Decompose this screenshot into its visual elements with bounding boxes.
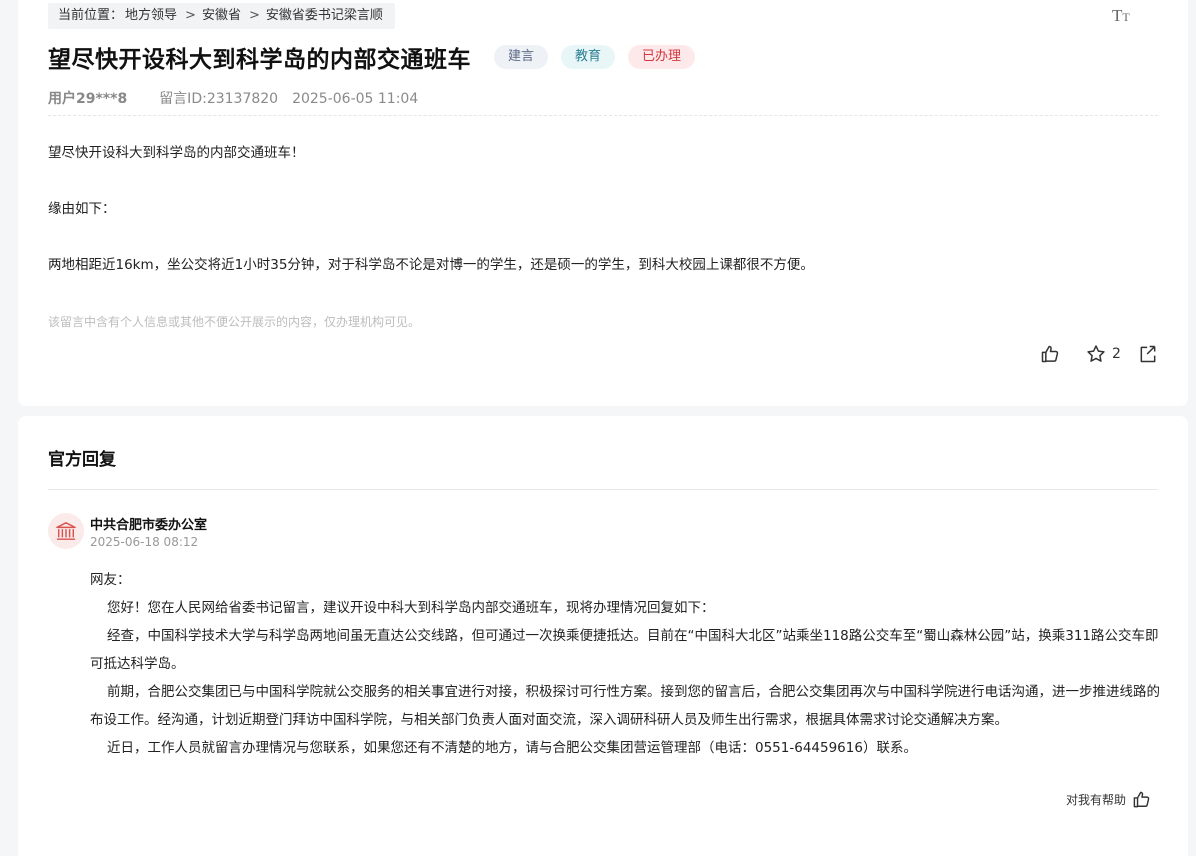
message-datetime: 2025-06-05 11:04	[292, 91, 419, 107]
thumbs-up-icon	[1040, 344, 1060, 364]
divider	[48, 115, 1158, 116]
tag-education[interactable]: 教育	[561, 45, 616, 69]
author-name: 用户29***8	[48, 91, 128, 107]
font-size-toggle-icon[interactable]: TT	[1112, 6, 1136, 30]
breadcrumb-item-leader[interactable]: 安徽省委书记梁言顺	[266, 8, 383, 23]
reply-org-name: 中共合肥市委办公室	[90, 518, 208, 533]
tag-list: 建言 教育 已办理	[494, 45, 696, 69]
divider	[48, 489, 1158, 490]
breadcrumb-item-region[interactable]: 地方领导	[125, 8, 177, 23]
breadcrumb-separator: >	[248, 8, 260, 23]
message-meta: 用户29***8 留言ID:23137820 2025-06-05 11:04	[48, 88, 418, 108]
message-title: 望尽快开设科大到科学岛的内部交通班车	[48, 47, 471, 73]
message-paragraph: 两地相距近16km，坐公交将近1小时35分钟，对于科学岛不论是对博一的学生，还是…	[48, 257, 814, 273]
helpful-label: 对我有帮助	[1066, 793, 1127, 807]
thumbs-up-icon	[1132, 790, 1151, 809]
status-badge: 已办理	[628, 45, 696, 69]
favorite-button[interactable]: 2	[1086, 344, 1121, 364]
reply-paragraph: 您好！您在人民网给省委书记留言，建议开设中科大到科学岛内部交通班车，现将办理情况…	[107, 600, 715, 616]
avatar	[48, 513, 84, 549]
breadcrumb-label: 当前位置：	[58, 8, 124, 23]
breadcrumb: 当前位置： 地方领导 > 安徽省 > 安徽省委书记梁言顺	[48, 3, 395, 29]
tag-suggestion[interactable]: 建言	[494, 45, 549, 69]
like-button[interactable]	[1040, 344, 1060, 364]
helpful-button[interactable]: 对我有帮助	[1066, 790, 1151, 809]
star-icon	[1086, 344, 1106, 364]
privacy-note: 该留言中含有个人信息或其他不便公开展示的内容，仅办理机构可见。	[48, 315, 421, 329]
message-paragraph: 望尽快开设科大到科学岛的内部交通班车！	[48, 145, 305, 161]
reply-datetime: 2025-06-18 08:12	[90, 535, 199, 549]
reply-content: 网友： 您好！您在人民网给省委书记留言，建议开设中科大到科学岛内部交通班车，现将…	[90, 566, 1160, 762]
reply-greeting: 网友：	[90, 572, 131, 588]
message-id: 留言ID:23137820	[159, 91, 279, 107]
share-icon	[1138, 344, 1158, 364]
breadcrumb-separator: >	[185, 8, 196, 23]
message-paragraph: 缘由如下：	[48, 201, 116, 217]
favorite-count: 2	[1112, 346, 1121, 362]
reply-paragraph: 经查，中国科学技术大学与科学岛两地间虽无直达公交线路，但可通过一次换乘便捷抵达。…	[90, 628, 1159, 672]
reply-paragraph: 前期，合肥公交集团已与中国科学院就公交服务的相关事宜进行对接，积极探讨可行性方案…	[90, 684, 1160, 728]
reply-paragraph: 近日，工作人员就留言办理情况与您联系，如果您还有不清楚的地方，请与合肥公交集团营…	[107, 740, 917, 756]
share-button[interactable]	[1138, 344, 1158, 364]
government-building-icon	[55, 521, 77, 541]
breadcrumb-item-province[interactable]: 安徽省	[202, 8, 241, 23]
reply-heading: 官方回复	[48, 450, 116, 470]
